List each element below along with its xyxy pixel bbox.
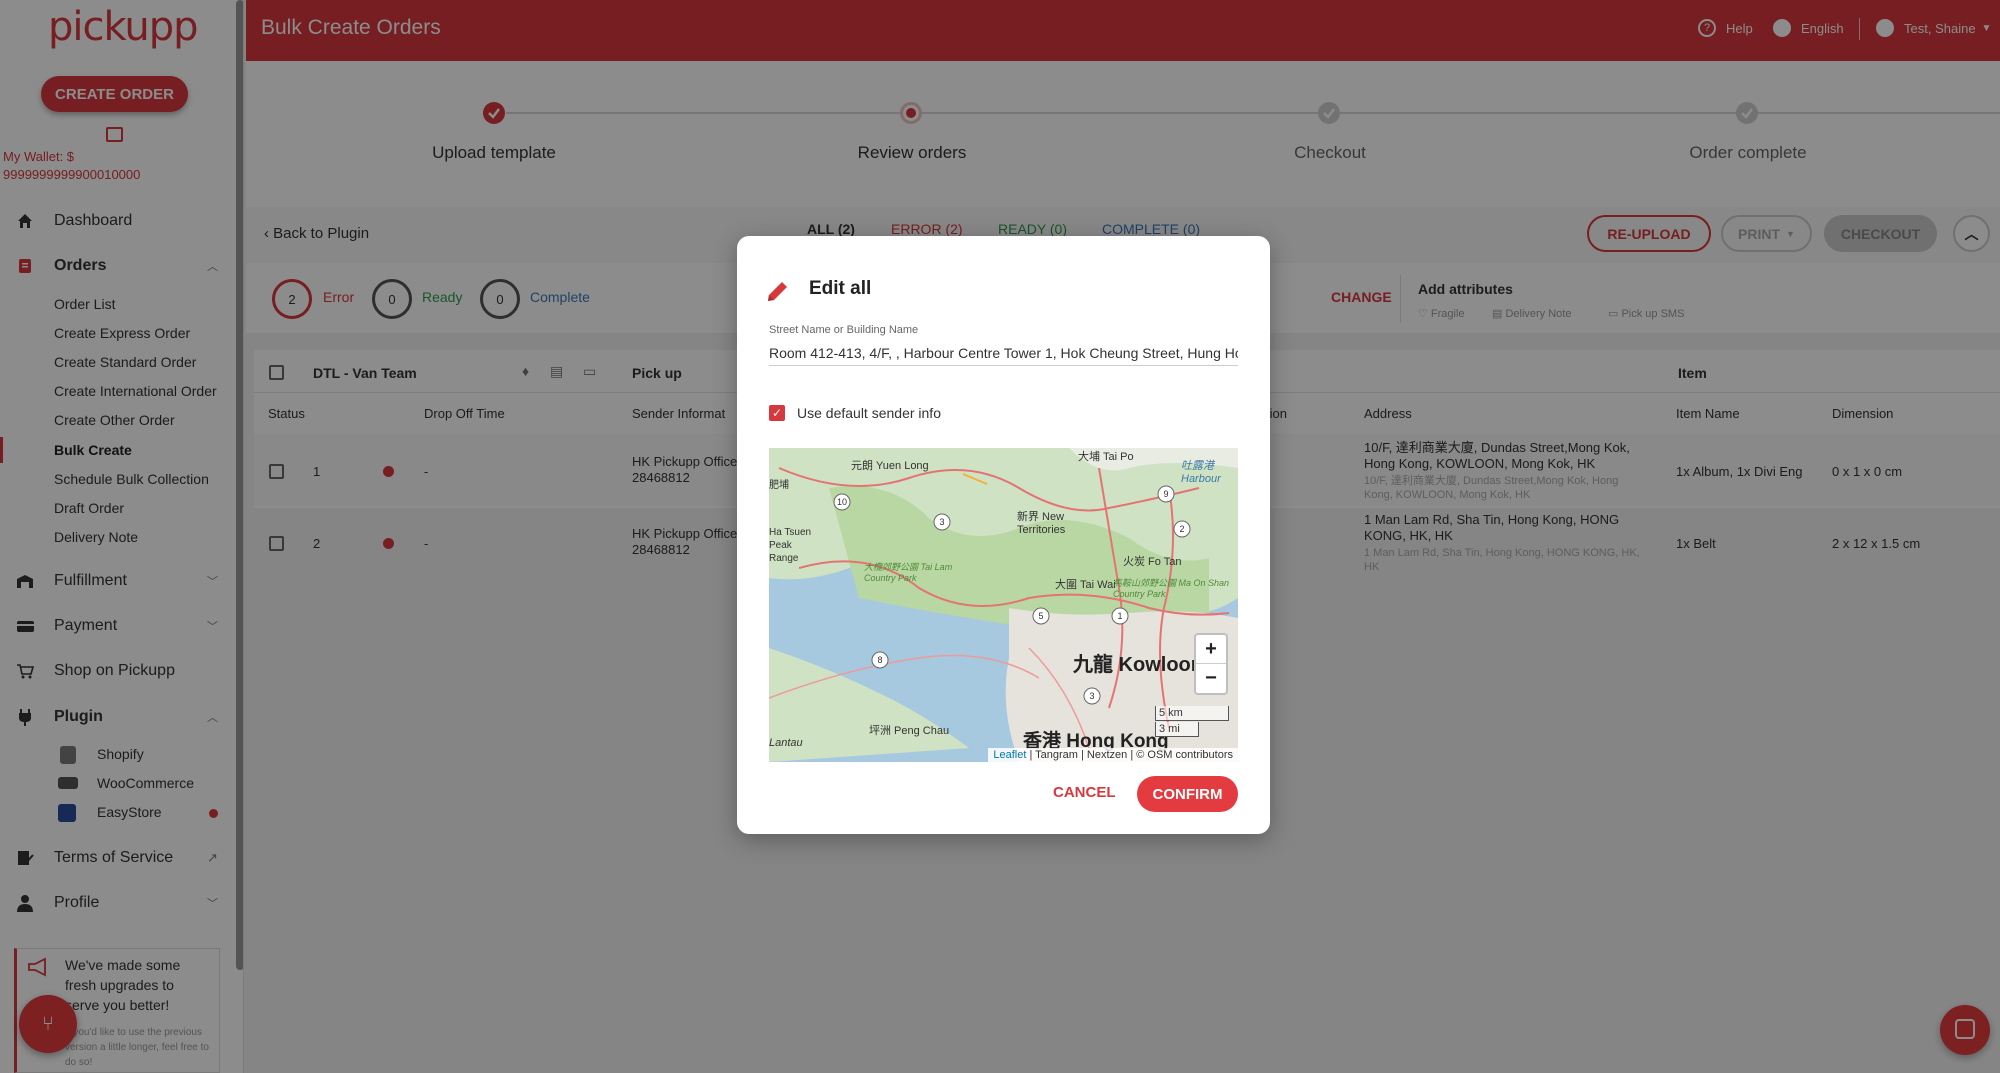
default-sender-checkbox[interactable]: ✓ — [769, 405, 785, 421]
zoom-in-button[interactable]: + — [1196, 635, 1226, 664]
map-label-tai-lam: 大欖郊野公園 Tai Lam Country Park — [864, 562, 953, 583]
map-label-tai-po: 大埔 Tai Po — [1078, 451, 1134, 463]
scale-mi: 3 mi — [1155, 722, 1199, 737]
zoom-out-button[interactable]: − — [1196, 664, 1226, 693]
svg-text:1: 1 — [1117, 611, 1122, 621]
map-label-lantau: Lantau — [769, 737, 803, 749]
map-label-fo-tan: 火炭 Fo Tan — [1123, 556, 1182, 568]
map-label-new-territories: 新界 New Territories — [1017, 511, 1066, 536]
cancel-button[interactable]: CANCEL — [1053, 784, 1116, 801]
svg-text:5: 5 — [1038, 611, 1043, 621]
dialog-title: Edit all — [809, 278, 872, 299]
svg-text:9: 9 — [1163, 489, 1168, 499]
street-input[interactable] — [769, 340, 1238, 366]
svg-text:3: 3 — [939, 517, 944, 527]
map-label-peak: Peak — [769, 540, 792, 551]
map-label-kowloon: 九龍 Kowloon — [1073, 654, 1203, 676]
svg-text:3: 3 — [1089, 691, 1094, 701]
svg-text:10: 10 — [837, 497, 847, 507]
scale-km: 5 km — [1155, 706, 1229, 721]
map-label-tai-wai: 大圍 Tai Wai — [1055, 579, 1116, 591]
edit-all-dialog: Edit all Street Name or Building Name ✓ … — [737, 236, 1270, 834]
pencil-icon — [768, 282, 787, 301]
map-label-peng-chau: 坪洲 Peng Chau — [869, 725, 950, 737]
zoom-control: + − — [1194, 633, 1228, 695]
map-label-ha-tsuen: Ha Tsuen — [769, 527, 812, 538]
street-field-label: Street Name or Building Name — [769, 324, 919, 336]
map-scale: 5 km 3 mi — [1155, 706, 1229, 738]
svg-text:2: 2 — [1179, 524, 1184, 534]
map-label-yuen-long: 元朗 Yuen Long — [851, 460, 929, 472]
map-label-harbour: 吐露港 Harbour — [1181, 460, 1221, 485]
map-label-ma-on-shan: 馬鞍山郊野公園 Ma On Shan Country Park — [1113, 578, 1230, 599]
confirm-button[interactable]: CONFIRM — [1137, 776, 1238, 812]
location-map[interactable]: 10 3 9 2 5 1 8 3 元朗 Yuen Long 大埔 Tai Po 吐露港 Ha… — [769, 448, 1238, 762]
default-sender-label: Use default sender info — [797, 405, 941, 421]
map-label-range: Range — [769, 553, 799, 564]
leaflet-link[interactable]: Leaflet — [993, 749, 1026, 761]
svg-text:8: 8 — [877, 655, 882, 665]
map-label-fei: 肥埔 — [769, 480, 789, 491]
attribution-text: | Tangram | Nextzen | © OSM contributors — [1026, 749, 1233, 761]
map-attribution: Leaflet | Tangram | Nextzen | © OSM cont… — [988, 748, 1238, 762]
